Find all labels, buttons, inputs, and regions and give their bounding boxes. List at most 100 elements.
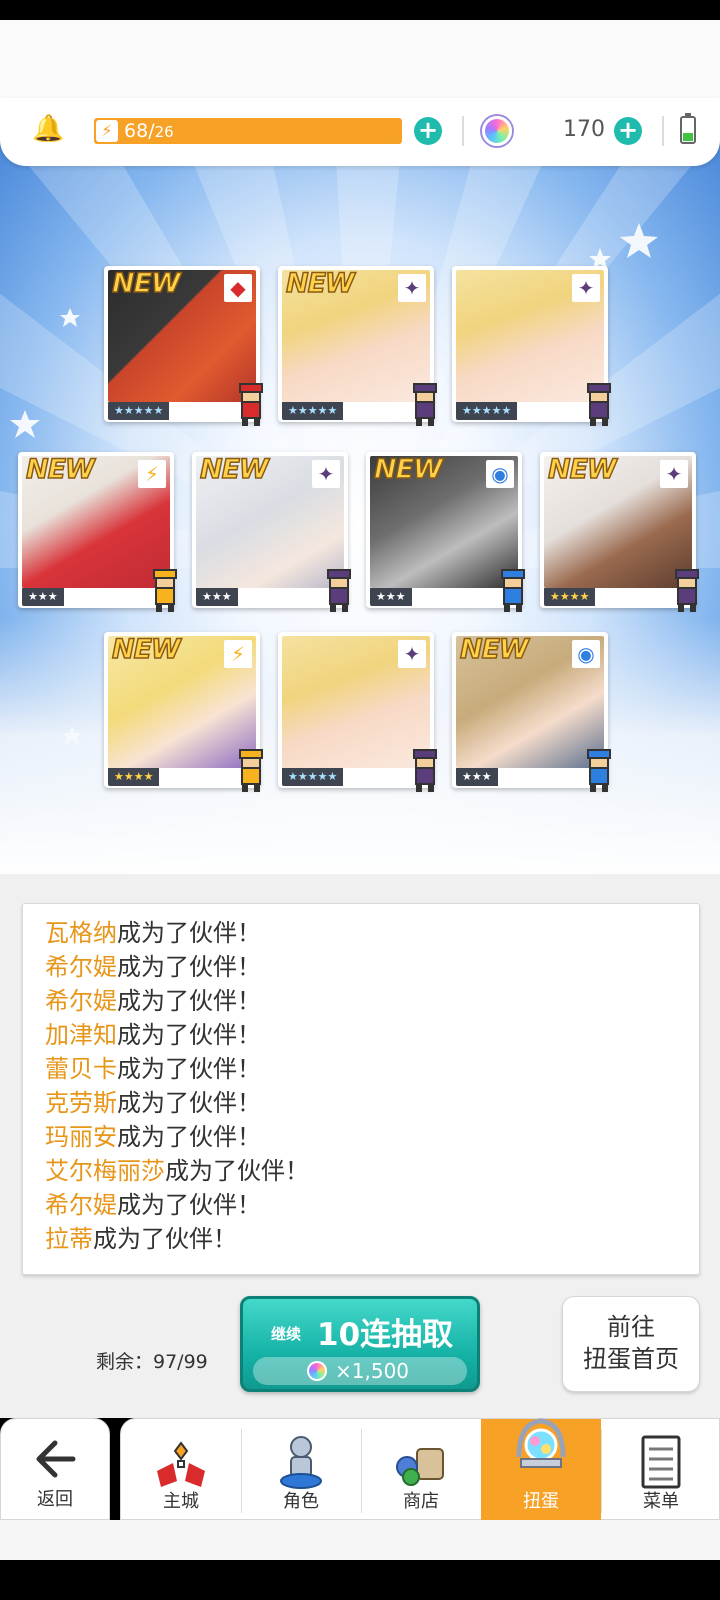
thunder-element-icon: ⚡ — [224, 640, 252, 668]
system-navigation-bar — [0, 1560, 720, 1600]
nav-bottom-strip — [0, 1520, 720, 1560]
character-card[interactable]: NEW ⚡ ★★★ — [18, 452, 177, 612]
rarity-stars: ★★★★★ — [282, 402, 344, 420]
log-line: 蕾贝卡成为了伙伴！ — [45, 1052, 261, 1086]
new-badge: NEW — [111, 633, 181, 666]
log-line: 瓦格纳成为了伙伴！ — [45, 916, 261, 950]
rarity-stars: ★★★★ — [544, 588, 596, 606]
water-element-icon: ◉ — [486, 460, 514, 488]
log-suffix: 成为了伙伴！ — [117, 1021, 261, 1049]
tab-label: 扭蛋 — [523, 1491, 559, 1512]
rarity-stars: ★★★★★ — [456, 402, 518, 420]
water-element-icon: ◉ — [572, 640, 600, 668]
back-arrow-icon — [36, 1440, 76, 1478]
character-card[interactable]: NEW ◉ ★★★ — [366, 452, 525, 612]
remaining-count: 剩余：97/99 — [96, 1351, 208, 1373]
pixel-sprite — [318, 568, 360, 614]
log-suffix: 成为了伙伴！ — [165, 1157, 309, 1185]
rarity-stars: ★★★★★ — [282, 768, 344, 786]
tab-menu[interactable]: 菜单 — [601, 1419, 720, 1521]
tab-gacha[interactable]: 扭蛋 — [481, 1418, 601, 1521]
new-badge: NEW — [285, 267, 355, 300]
character-card[interactable]: NEW ✦ ★★★★ — [540, 452, 699, 612]
new-badge: NEW — [111, 267, 181, 300]
shop-bag-icon — [396, 1448, 444, 1486]
pull-10-button[interactable]: 继续 10连抽取 ×1,500 — [240, 1296, 480, 1392]
log-suffix: 成为了伙伴！ — [117, 953, 261, 981]
pixel-sprite — [666, 568, 708, 614]
bottom-nav: 返回 主城 角色 商店 扭蛋 菜单 — [0, 1418, 720, 1521]
tab-label: 主城 — [163, 1491, 199, 1512]
pixel-sprite — [492, 568, 534, 614]
rarity-stars: ★★★ — [22, 588, 64, 606]
acquisition-log[interactable]: 瓦格纳成为了伙伴！ 希尔媞成为了伙伴！ 希尔媞成为了伙伴！ 加津知成为了伙伴！ 蕾贝卡成… — [22, 903, 700, 1275]
back-button[interactable]: 返回 — [0, 1418, 110, 1520]
add-gems-button[interactable]: + — [614, 117, 642, 145]
log-suffix: 成为了伙伴！ — [117, 987, 261, 1015]
lightning-icon: ⚡ — [96, 120, 118, 142]
dark-element-icon: ✦ — [572, 274, 600, 302]
stamina-text: 68/26 — [124, 120, 174, 142]
gacha-home-line2: 扭蛋首页 — [583, 1345, 679, 1373]
add-stamina-button[interactable]: + — [414, 117, 442, 145]
gacha-orb-icon — [516, 1418, 566, 1468]
new-badge: NEW — [459, 633, 529, 666]
character-name: 拉蒂 — [45, 1225, 93, 1253]
pull-cost: ×1,500 — [253, 1357, 467, 1385]
dark-element-icon: ✦ — [398, 640, 426, 668]
dark-element-icon: ✦ — [660, 460, 688, 488]
log-line: 玛丽安成为了伙伴！ — [45, 1120, 261, 1154]
character-card[interactable]: ✦ ★★★★★ — [278, 632, 437, 792]
character-card[interactable]: NEW ◉ ★★★ — [452, 632, 611, 792]
character-card[interactable]: NEW ⚡ ★★★★ — [104, 632, 263, 792]
character-name: 希尔媞 — [45, 953, 117, 981]
log-suffix: 成为了伙伴！ — [93, 1225, 237, 1253]
log-suffix: 成为了伙伴！ — [117, 1055, 261, 1083]
tab-label: 菜单 — [643, 1491, 679, 1512]
stamina-bar: ⚡ 68/26 — [94, 118, 402, 144]
tab-label: 商店 — [403, 1491, 439, 1512]
system-status-bar — [0, 0, 720, 20]
tab-shop[interactable]: 商店 — [361, 1419, 481, 1521]
character-name: 希尔媞 — [45, 1191, 117, 1219]
rarity-stars: ★★★ — [456, 768, 498, 786]
new-badge: NEW — [199, 453, 269, 486]
continue-label: 继续 — [271, 1325, 302, 1343]
menu-list-icon — [641, 1435, 681, 1489]
tab-characters[interactable]: 角色 — [241, 1419, 361, 1521]
go-gacha-home-button[interactable]: 前往 扭蛋首页 — [562, 1296, 700, 1392]
gem-count: 170 — [563, 117, 605, 142]
character-card[interactable]: NEW ✦ ★★★★★ — [278, 266, 437, 426]
tab-main-city[interactable]: 主城 — [121, 1419, 241, 1521]
pixel-sprite — [230, 748, 272, 794]
gem-icon — [482, 116, 512, 146]
log-suffix: 成为了伙伴！ — [117, 1191, 261, 1219]
character-card[interactable]: NEW ✦ ★★★ — [192, 452, 351, 612]
character-name: 加津知 — [45, 1021, 117, 1049]
castle-icon — [157, 1441, 205, 1487]
pixel-sprite — [144, 568, 186, 614]
pixel-sprite — [404, 748, 446, 794]
gacha-home-line1: 前往 — [607, 1313, 655, 1341]
rarity-stars: ★★★ — [370, 588, 412, 606]
dark-element-icon: ✦ — [398, 274, 426, 302]
pull-label: 10连抽取 — [317, 1317, 454, 1353]
character-card[interactable]: NEW ◆ ★★★★★ — [104, 266, 263, 426]
character-icon — [280, 1436, 322, 1489]
character-name: 瓦格纳 — [45, 919, 117, 947]
pixel-sprite — [578, 748, 620, 794]
back-label: 返回 — [37, 1489, 73, 1510]
resource-header: 🔔 ⚡ 68/26 + 170 + — [0, 98, 720, 166]
rarity-stars: ★★★ — [196, 588, 238, 606]
character-card[interactable]: ✦ ★★★★★ — [452, 266, 611, 426]
cost-value: ×1,500 — [335, 1359, 410, 1383]
rarity-stars: ★★★★ — [108, 768, 160, 786]
log-line: 希尔媞成为了伙伴！ — [45, 1188, 261, 1222]
top-spacer — [0, 20, 720, 98]
gem-icon — [307, 1361, 327, 1381]
log-suffix: 成为了伙伴！ — [117, 919, 261, 947]
dark-element-icon: ✦ — [312, 460, 340, 488]
bell-icon[interactable]: 🔔 — [32, 114, 64, 144]
divider — [662, 116, 664, 146]
log-line: 加津知成为了伙伴！ — [45, 1018, 261, 1052]
